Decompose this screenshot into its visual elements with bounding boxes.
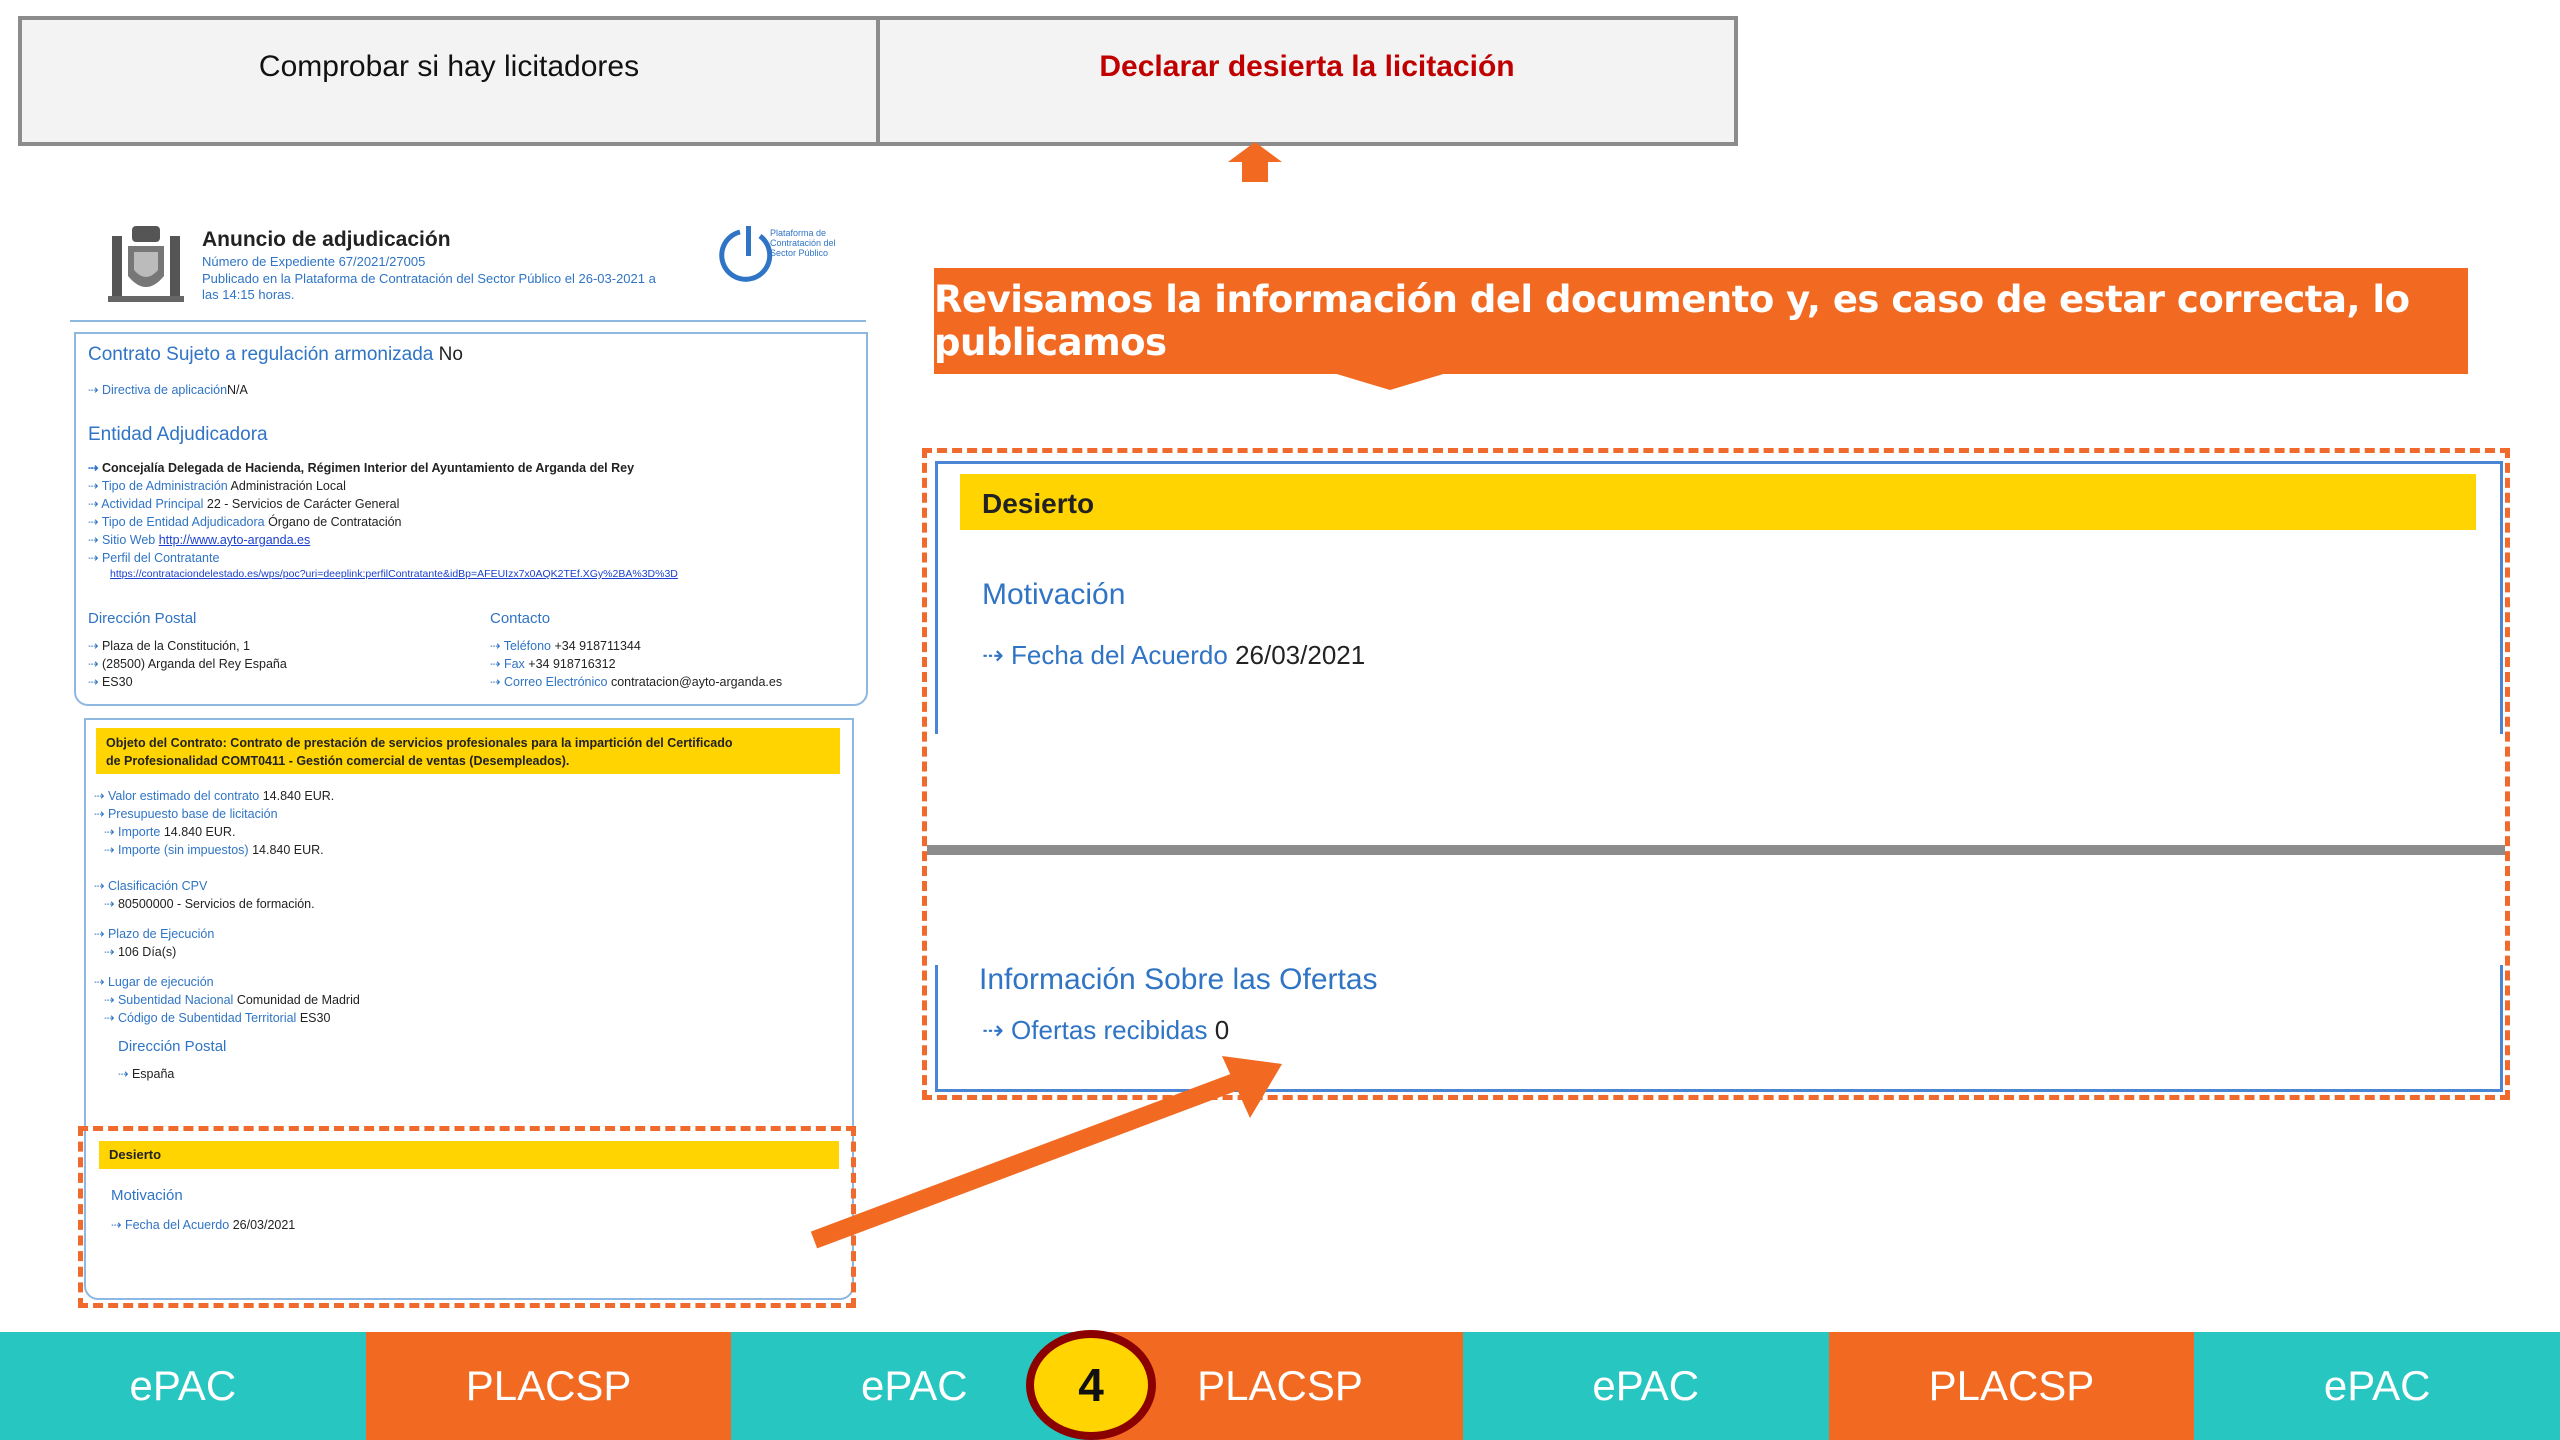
desierto-highlight-small: Desierto Motivación ⇢ Fecha del Acuerdo … [78,1126,856,1308]
importe-row: ⇢ Importe 14.840 EUR. [104,825,236,839]
objeto-banner: Objeto del Contrato: Contrato de prestac… [96,728,840,774]
tipo-entidad-row: ⇢ Tipo de Entidad Adjudicadora Órgano de… [88,515,402,529]
desierto-small-banner: Desierto [99,1141,839,1169]
banner-pointer [1330,372,1450,390]
desierto-banner: Desierto [960,474,2476,530]
valor-row: ⇢ Valor estimado del contrato 14.840 EUR… [94,789,335,803]
nav-epac-4[interactable]: ePAC [2194,1332,2560,1440]
process-steps-nav: ePAC PLACSP ePAC PLACSP ePAC PLACSP ePAC [0,1332,2560,1440]
plazo-row: ⇢ Plazo de Ejecución [94,927,215,941]
process-tabs: Comprobar si hay licitadores Declarar de… [18,16,1738,146]
contrato-armonizada: Contrato Sujeto a regulación armonizada … [88,344,463,366]
fecha-acuerdo-small-row: ⇢ Fecha del Acuerdo 26/03/2021 [111,1218,296,1232]
entity-section: Contrato Sujeto a regulación armonizada … [74,332,868,706]
publication-info-line-1: Publicado en la Plataforma de Contrataci… [202,271,656,286]
plazo-value-row: ⇢ 106 Día(s) [104,945,177,959]
tab-declarar-desierta[interactable]: Declarar desierta la licitación [876,20,1734,142]
objeto-line-2: de Profesionalidad COMT0411 - Gestión co… [106,754,570,768]
motivacion-small: Motivación [111,1187,183,1204]
contrato-value: No [438,344,463,365]
actividad-row: ⇢ Actividad Principal 22 - Servicios de … [88,497,400,511]
desierto-detail-panel: Desierto Motivación ⇢ Fecha del Acuerdo … [922,448,2510,1100]
publication-info-line-2: las 14:15 horas. [202,287,295,302]
document-header: Anuncio de adjudicación Número de Expedi… [70,210,866,322]
platform-logo-text: Plataforma de Contratación del Sector Pú… [770,228,836,258]
directiva-row: ⇢ Directiva de aplicaciónN/A [88,383,248,397]
cpv-value-row: ⇢ 80500000 - Servicios de formación. [104,897,315,911]
subentidad-row: ⇢ Subentidad Nacional Comunidad de Madri… [104,993,360,1007]
up-arrow-icon [1228,142,1282,182]
diagonal-arrow-icon [810,1056,1282,1249]
desierto-box: Desierto Motivación ⇢ Fecha del Acuerdo … [935,461,2503,734]
direccion-heading: Dirección Postal [88,610,197,627]
telefono-row: ⇢ Teléfono +34 918711344 [490,639,641,653]
entidad-name-row: ⇢ Concejalía Delegada de Hacienda, Régim… [88,461,635,475]
pais-row: ⇢ España [118,1067,175,1081]
importe-sin-row: ⇢ Importe (sin impuestos) 14.840 EUR. [104,843,324,857]
sitio-web-link[interactable]: http://www.ayto-arganda.es [159,533,310,547]
fecha-acuerdo-row: ⇢ Fecha del Acuerdo 26/03/2021 [982,640,1366,670]
section-divider [927,845,2505,855]
cpv-row: ⇢ Clasificación CPV [94,879,208,893]
correo-row: ⇢ Correo Electrónico contratacion@ayto-a… [490,675,783,689]
current-step-badge: 4 [1026,1330,1156,1440]
direccion-heading-2: Dirección Postal [118,1038,227,1055]
document-title: Anuncio de adjudicación [202,228,451,251]
codigo-row: ⇢ Código de Subentidad Territorial ES30 [104,1011,331,1025]
sitio-web-row: ⇢ Sitio Web http://www.ayto-arganda.es [88,533,311,547]
objeto-line-1: Objeto del Contrato: Contrato de prestac… [106,736,733,750]
contrato-label: Contrato Sujeto a regulación armonizada [88,344,434,365]
perfil-row: ⇢ Perfil del Contratante [88,551,220,565]
contacto-heading: Contacto [490,610,551,627]
perfil-link[interactable]: https://contrataciondelestado.es/wps/poc… [110,568,678,580]
lugar-row: ⇢ Lugar de ejecución [94,975,214,989]
expediente-number: Número de Expediente 67/2021/27005 [202,254,426,269]
nav-epac-3[interactable]: ePAC [1462,1332,1829,1440]
nav-epac-1[interactable]: ePAC [0,1332,366,1440]
entidad-heading: Entidad Adjudicadora [88,424,268,445]
dir-line-1: ⇢ Plaza de la Constitución, 1 [88,639,250,653]
tipo-admin-row: ⇢ Tipo de Administración Administración … [88,479,346,493]
award-notice-document: Anuncio de adjudicación Número de Expedi… [70,210,868,1300]
instruction-banner: Revisamos la información del documento y… [934,268,2468,374]
fax-row: ⇢ Fax +34 918716312 [490,657,616,671]
dir-line-2: ⇢ (28500) Arganda del Rey España [88,657,287,671]
presupuesto-row: ⇢ Presupuesto base de licitación [94,807,278,821]
spain-coat-of-arms-icon [108,226,184,302]
nav-placsp-3[interactable]: PLACSP [1828,1332,2195,1440]
tab-comprobar-licitadores[interactable]: Comprobar si hay licitadores [22,20,876,142]
motivacion-heading: Motivación [982,578,1126,611]
nav-placsp-1[interactable]: PLACSP [365,1332,732,1440]
dir-line-3: ⇢ ES30 [88,675,133,689]
